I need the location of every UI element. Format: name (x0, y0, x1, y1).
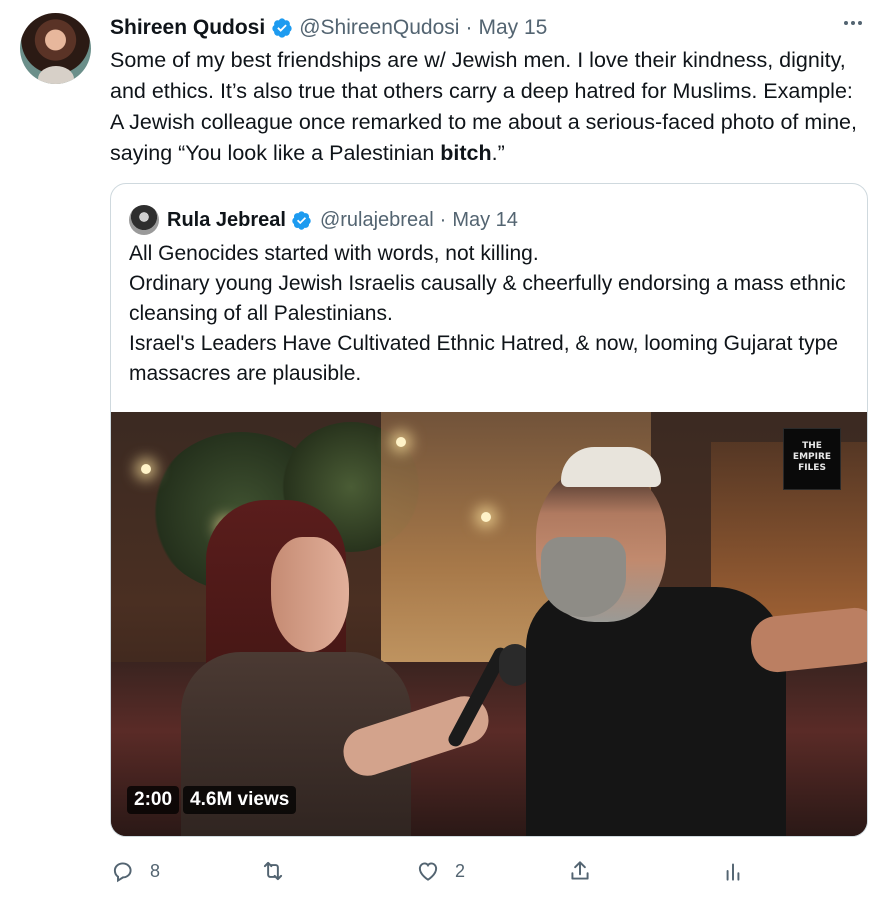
channel-logo: THE EMPIRE FILES (783, 428, 841, 490)
analytics-button[interactable] (720, 853, 746, 889)
separator-dot: · (465, 16, 473, 39)
more-options-icon[interactable] (842, 12, 864, 34)
like-count: 2 (455, 860, 466, 881)
reply-icon (113, 862, 132, 883)
video-duration-badge: 2:00 (127, 786, 180, 814)
quoted-tweet-text: All Genocides started with words, not ki… (129, 239, 849, 389)
video-person-interviewee-kippah (561, 447, 661, 487)
logo-line: THE (802, 441, 822, 451)
street-light (141, 464, 151, 474)
tweet-actions: 8 2 (110, 853, 770, 893)
retweet-button[interactable] (260, 853, 300, 889)
heart-icon (418, 862, 438, 881)
share-button[interactable] (567, 853, 593, 889)
quoted-tweet-date: May 14 (452, 208, 518, 231)
video-views-badge: 4.6M views (183, 786, 297, 814)
reply-count: 8 (150, 860, 161, 881)
quoted-separator-dot: · (439, 208, 447, 231)
share-icon (571, 861, 589, 880)
analytics-icon (726, 863, 740, 881)
author-handle[interactable]: @ShireenQudosi (299, 16, 459, 40)
quoted-author-avatar (129, 205, 159, 235)
tweet-text: Some of my best friendships are w/ Jewis… (110, 45, 870, 169)
logo-line: FILES (798, 463, 826, 473)
reply-button[interactable]: 8 (110, 853, 160, 889)
video-person-interviewee-body (526, 587, 786, 836)
video-player[interactable]: THE EMPIRE FILES 2:00 4.6M views (111, 412, 867, 836)
like-button[interactable]: 2 (415, 853, 465, 889)
author-avatar[interactable] (20, 13, 91, 84)
video-badges: 2:00 4.6M views (127, 786, 297, 814)
tweet-date[interactable]: May 15 (478, 16, 547, 40)
quoted-author-name: Rula Jebreal (167, 208, 286, 231)
tweet: Shireen Qudosi @ShireenQudosi · May 15 S… (0, 0, 890, 902)
street-light (396, 437, 406, 447)
author-name[interactable]: Shireen Qudosi (110, 16, 265, 40)
street-light (481, 512, 491, 522)
quoted-text-line: Israel's Leaders Have Cultivated Ethnic … (129, 332, 839, 385)
verified-badge-icon (272, 18, 292, 38)
retweet-icon (263, 861, 283, 881)
quoted-author-handle: @rulajebreal (319, 208, 434, 231)
logo-line: EMPIRE (792, 452, 832, 462)
video-person-interviewee-beard (541, 537, 626, 617)
video-person-interviewer-face (271, 537, 349, 652)
tweet-text-bold: bitch (440, 141, 492, 165)
quoted-text-line: All Genocides started with words, not ki… (129, 242, 539, 265)
quoted-verified-badge-icon (292, 210, 311, 230)
tweet-header: Shireen Qudosi @ShireenQudosi · May 15 (110, 14, 547, 42)
quoted-tweet[interactable]: Rula Jebreal @rulajebreal · May 14 All G… (110, 183, 868, 837)
tweet-text-end: .” (491, 141, 505, 165)
quoted-text-line: Ordinary young Jewish Israelis causally … (129, 272, 846, 325)
quoted-tweet-header: Rula Jebreal @rulajebreal · May 14 (129, 204, 518, 236)
